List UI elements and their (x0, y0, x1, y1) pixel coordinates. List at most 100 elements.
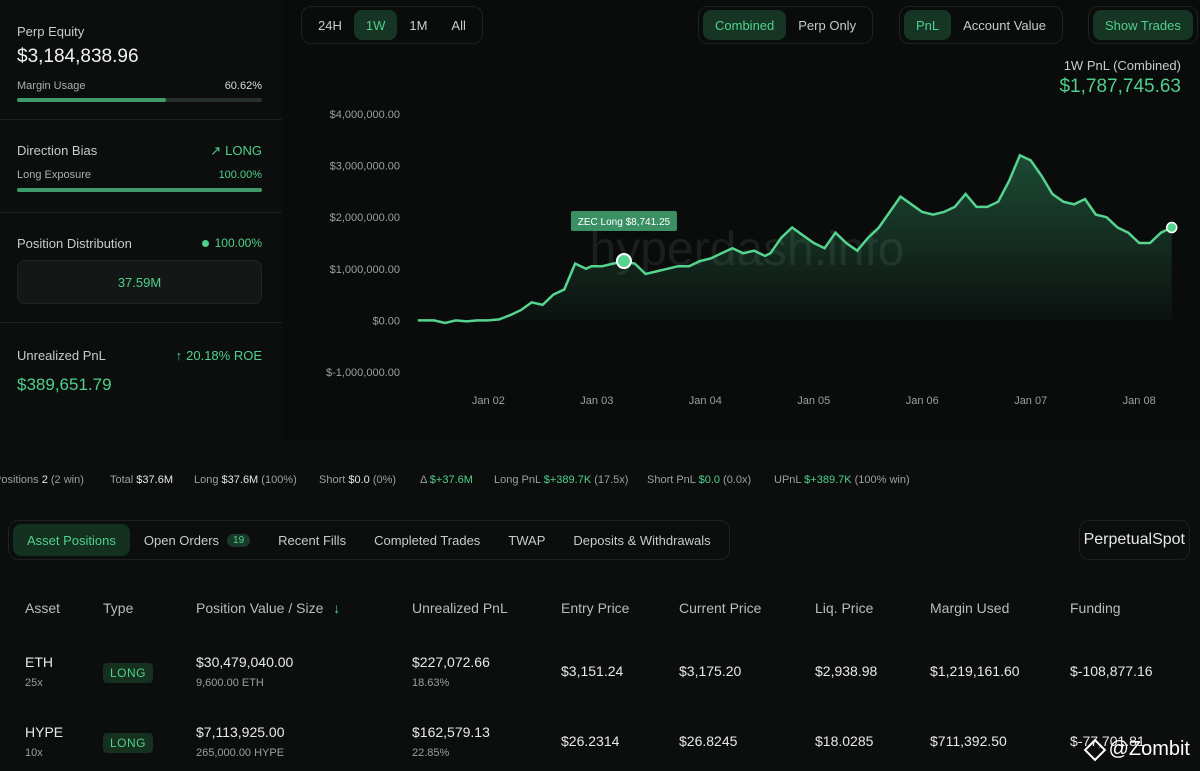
liquidation-price: $18.0285 (815, 733, 874, 749)
stat-label: UPnL (774, 474, 805, 486)
column-header-label: Asset (25, 600, 61, 616)
column-header-current-price[interactable]: Current Price (679, 600, 761, 616)
position-value: $7,113,925.00 (196, 724, 285, 740)
position-type-badge: LONG (103, 663, 154, 683)
position-size: 265,000.00 HYPE (196, 747, 285, 759)
positions-tabs: Asset Positions Open Orders 19 Recent Fills… (8, 520, 730, 560)
margin-used: $1,219,161.60 (930, 663, 1020, 679)
margin-usage-bar (17, 98, 262, 102)
direction-bias-text: LONG (225, 143, 262, 158)
column-header-label: Margin Used (930, 600, 1010, 616)
table-row[interactable]: ETH 25x LONG $30,479,040.00 9,600.00 ETH $227… (0, 650, 1200, 710)
column-header-margin-used[interactable]: Margin Used (930, 600, 1009, 616)
perp-equity-value: $3,184,838.96 (17, 46, 139, 67)
stat-extra: (0%) (369, 474, 397, 486)
column-header-entry-price[interactable]: Entry Price (561, 600, 629, 616)
stat-value: $37.6M (221, 474, 259, 486)
column-header-asset[interactable]: Asset (25, 600, 60, 616)
unrealized-pnl-pct: 18.63% (412, 677, 450, 689)
margin-used: $711,392.50 (930, 733, 1007, 749)
margin-usage-label: Margin Usage (17, 80, 86, 92)
x-tick-label: Jan 04 (689, 395, 722, 407)
stat-extra: (0.0x) (720, 474, 752, 486)
market-selector: Perpetual Spot (1078, 520, 1190, 560)
long-exposure-value: 100.00% (218, 169, 262, 181)
position-type-badge: LONG (103, 733, 154, 753)
column-header-position-value-size[interactable]: Position Value / Size ↓ (196, 600, 340, 616)
stat-extra: (100%) (258, 474, 297, 486)
tab-recent-fills[interactable]: Recent Fills (264, 524, 360, 556)
y-tick-label: $4,000,000.00 (330, 109, 400, 121)
column-header-label: Type (103, 600, 134, 616)
trending-up-icon: ↗ (210, 143, 222, 158)
stat-value: $+389.7K (804, 474, 852, 486)
y-tick-label: $0.00 (372, 315, 400, 327)
position-size: 9,600.00 ETH (196, 677, 264, 689)
x-tick-label: Jan 06 (906, 395, 939, 407)
table-row[interactable]: HYPE 10x LONG $7,113,925.00 265,000.00 HYPE $… (0, 720, 1200, 771)
market-perpetual[interactable]: Perpetual (1084, 531, 1153, 549)
margin-usage-value: 60.62% (224, 80, 262, 92)
stat-short: Short $0.0 (0%) (319, 474, 396, 486)
position-distribution-label: Position Distribution (17, 236, 132, 251)
pnl-chart[interactable]: hyperdash.info $4,000,000.00$3,000,000.0… (282, 0, 1200, 442)
column-header-liq-price[interactable]: Liq. Price (815, 600, 873, 616)
direction-bias-label: Direction Bias (17, 143, 98, 158)
long-exposure-label: Long Exposure (17, 169, 91, 181)
tab-open-orders[interactable]: Open Orders 19 (130, 524, 264, 556)
unrealized-pnl-pct: 22.85% (412, 747, 450, 759)
column-header-label: Position Value / Size (196, 600, 324, 616)
stat-label: Positions (0, 474, 39, 486)
asset-leverage: 25x (25, 677, 43, 689)
distribution-bar[interactable]: 37.59M (17, 260, 262, 304)
perp-equity-card: Perp Equity $3,184,838.96 Margin Usage 6… (0, 0, 282, 120)
stat-label: Short (319, 474, 349, 486)
long-exposure-bar (17, 188, 262, 192)
column-header-type[interactable]: Type (103, 600, 133, 616)
funding: $-108,877.16 (1070, 663, 1153, 679)
stat-value: $0.0 (348, 474, 370, 486)
y-tick-label: $-1,000,000.00 (326, 367, 400, 379)
x-tick-label: Jan 08 (1123, 395, 1156, 407)
tab-twap[interactable]: TWAP (494, 524, 559, 556)
stat-extra: (100% win) (851, 474, 910, 486)
unrealized-pnl: $227,072.66 (412, 654, 490, 670)
position-distribution-card: Position Distribution 100.00% 37.59M (0, 213, 282, 323)
stat-value: $37.6M (136, 474, 173, 486)
x-tick-label: Jan 02 (472, 395, 505, 407)
pnl-area (417, 155, 1172, 323)
column-header-label: Liq. Price (815, 600, 874, 616)
x-tick-label: Jan 03 (580, 395, 613, 407)
chart-tooltip-text: ZEC Long $8,741.25 (578, 217, 671, 228)
stat-label: Long (194, 474, 222, 486)
distribution-amount: 37.59M (117, 274, 162, 290)
position-distribution-value: 100.00% (201, 236, 262, 250)
unrealized-pnl-card: Unrealized PnL ↑ 20.18% ROE $389,651.79 (0, 323, 282, 440)
x-tick-label: Jan 05 (797, 395, 830, 407)
column-header-label: Funding (1070, 600, 1121, 616)
dot-icon (201, 240, 209, 248)
stat-long-pnl: Long PnL $+389.7K (17.5x) (494, 474, 628, 486)
tab-deposits-withdrawals[interactable]: Deposits & Withdrawals (559, 524, 724, 556)
tab-label: Recent Fills (278, 532, 347, 548)
tab-completed-trades[interactable]: Completed Trades (360, 524, 494, 556)
unrealized-pnl-label: Unrealized PnL (17, 348, 106, 363)
stat-value: $+37.6M (429, 474, 473, 486)
tab-label: Asset Positions (27, 532, 116, 548)
tab-asset-positions[interactable]: Asset Positions (13, 524, 130, 556)
market-spot[interactable]: Spot (1152, 531, 1185, 549)
positions-stats-strip: Positions 2 (2 win)Total $37.6MLong $37.… (0, 468, 1200, 493)
column-header-funding[interactable]: Funding (1070, 600, 1121, 616)
stat-label: Δ (420, 474, 430, 486)
stat-label: Short PnL (647, 474, 699, 486)
x-tick-label: Jan 07 (1014, 395, 1047, 407)
unrealized-pnl-value: $389,651.79 (17, 375, 112, 394)
stat-upnl: UPnL $+389.7K (100% win) (774, 474, 910, 486)
tab-label: TWAP (508, 532, 546, 548)
column-header-unrealized-pnl[interactable]: Unrealized PnL (412, 600, 508, 616)
position-distribution-pct: 100.00% (214, 236, 262, 250)
stat-extra: (2 win) (47, 474, 84, 486)
binance-logo-icon (1083, 738, 1106, 761)
chart-highlight-point[interactable] (615, 253, 632, 270)
chart-tooltip: ZEC Long $8,741.25 (570, 211, 677, 232)
